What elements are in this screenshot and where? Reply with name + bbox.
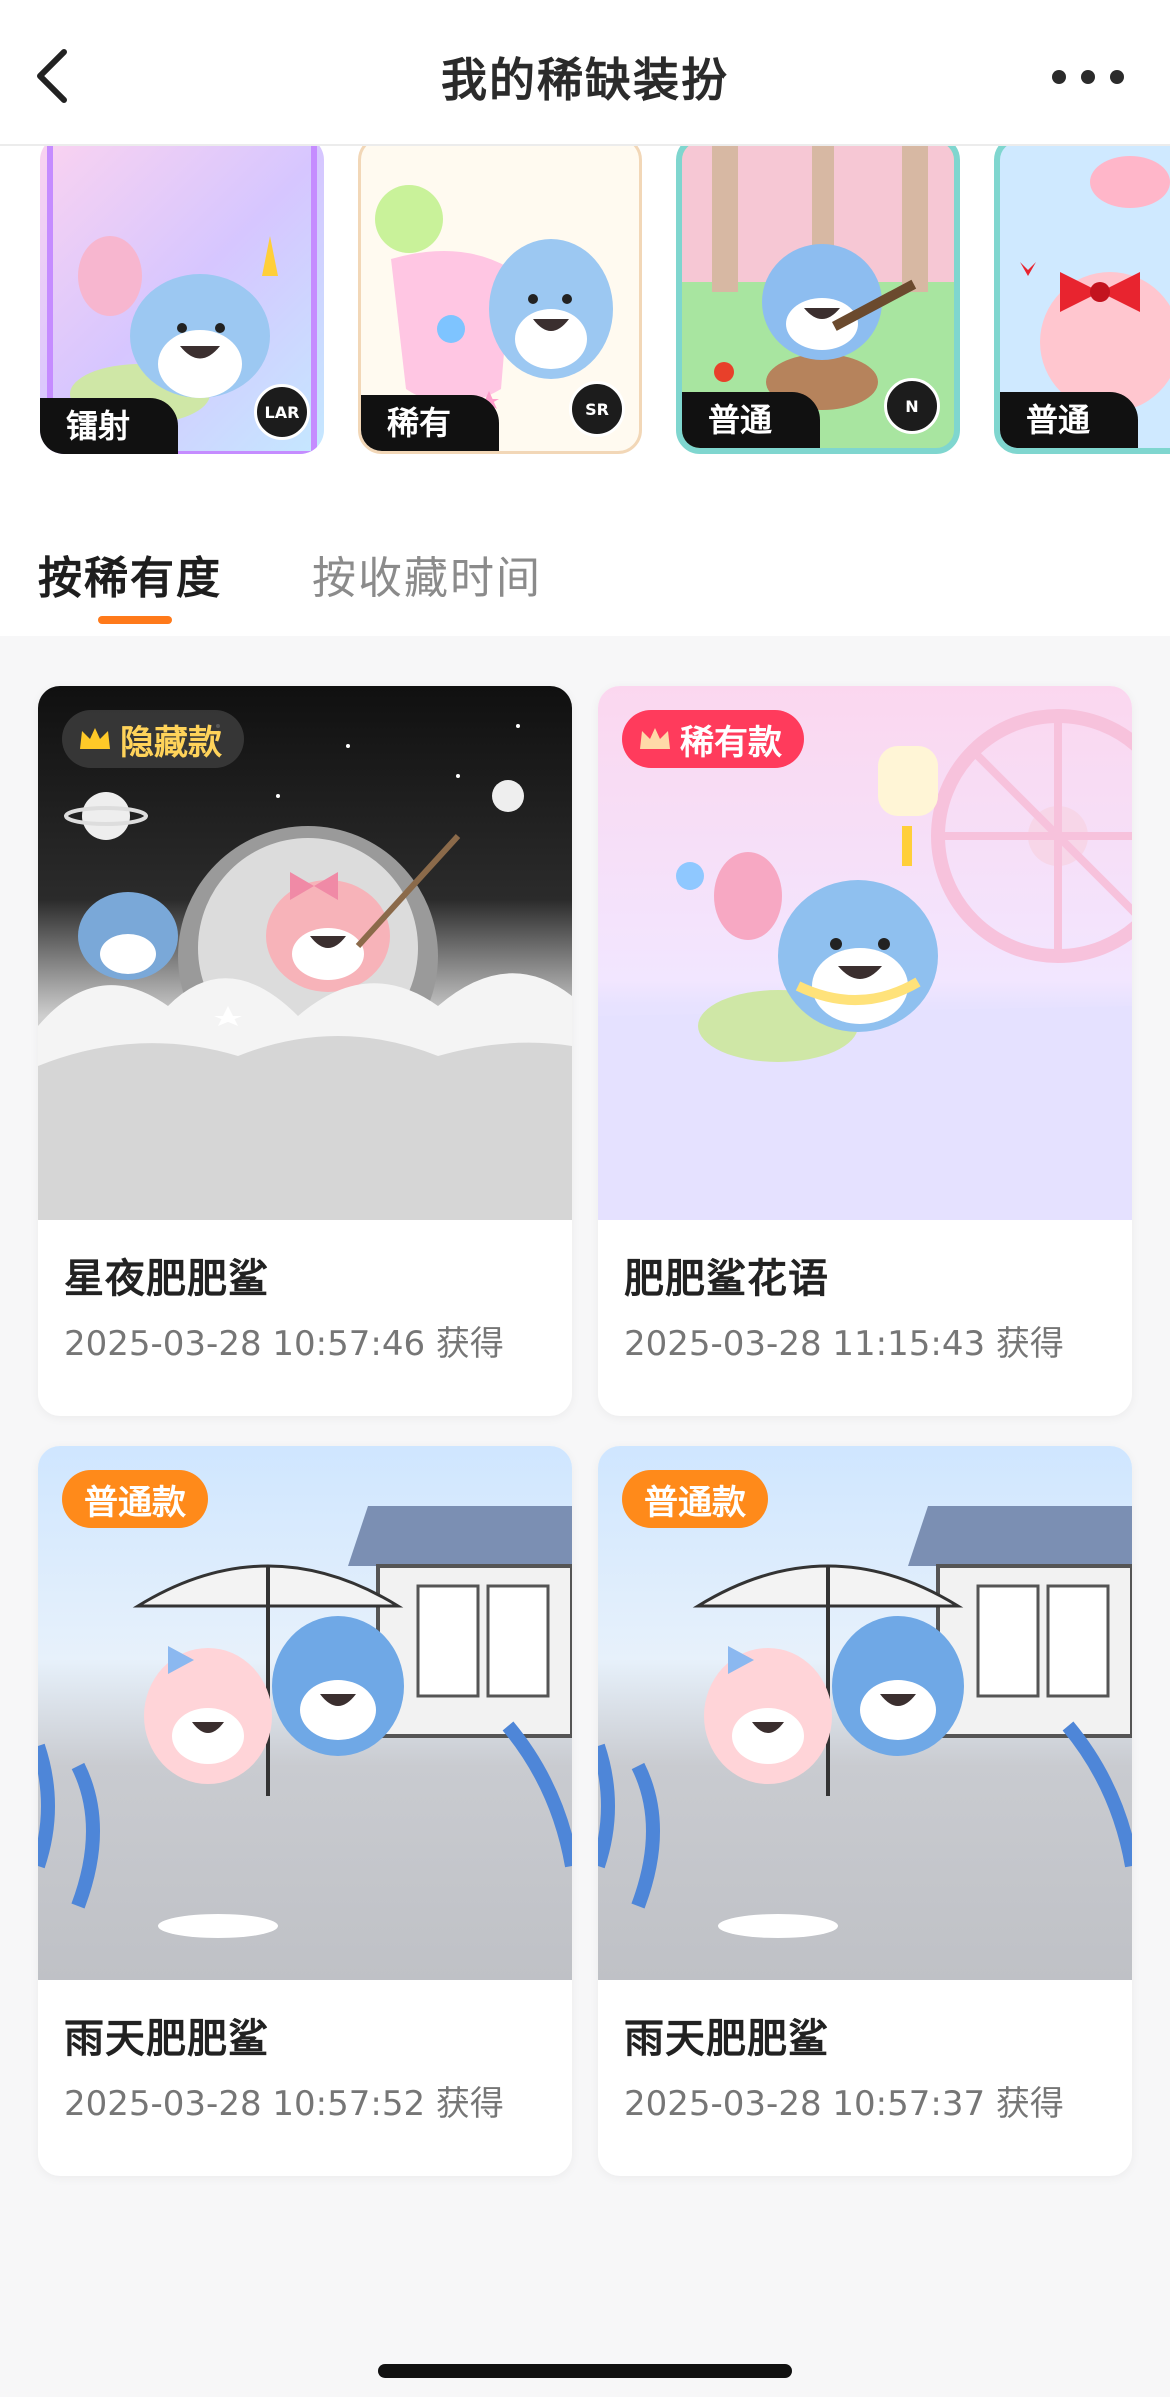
tab-by-rarity[interactable]: 按稀有度 bbox=[38, 542, 222, 606]
obtained-time: 2025-03-28 10:57:37 获得 bbox=[624, 2084, 1064, 2124]
rarity-badge: 普通款 bbox=[62, 1470, 208, 1528]
more-button[interactable] bbox=[1052, 58, 1126, 94]
outfit-strip[interactable]: 镭射 LAR 稀有 SR 普通 N 普通 bbox=[0, 146, 1170, 476]
rarity-label: 稀有款 bbox=[680, 722, 782, 763]
strip-card[interactable]: 稀有 SR bbox=[358, 146, 642, 454]
strip-card-tag: 稀有 bbox=[361, 395, 499, 451]
crown-icon bbox=[80, 728, 110, 749]
outfit-name: 雨天肥肥鲨 bbox=[624, 2016, 829, 2062]
rarity-label: 普通款 bbox=[84, 1482, 186, 1523]
rarity-badge: 普通款 bbox=[622, 1470, 768, 1528]
rarity-label: 隐藏款 bbox=[120, 722, 222, 763]
more-icon-dot bbox=[1081, 70, 1095, 84]
outfit-name: 雨天肥肥鲨 bbox=[64, 2016, 269, 2062]
obtained-time: 2025-03-28 10:57:52 获得 bbox=[64, 2084, 504, 2124]
page-title: 我的稀缺装扮 bbox=[441, 53, 729, 107]
nav-header: 我的稀缺装扮 bbox=[0, 0, 1170, 146]
more-icon-dot bbox=[1110, 70, 1124, 84]
strip-card[interactable]: 普通 N bbox=[676, 146, 960, 454]
outfit-card[interactable]: 普通款 雨天肥肥鲨 2025-03-28 10:57:52 获得 bbox=[38, 1446, 572, 2176]
strip-card-badge: LAR bbox=[254, 384, 310, 440]
sort-tabs: 按稀有度 按收藏时间 bbox=[0, 476, 1170, 636]
crown-icon bbox=[640, 728, 670, 749]
rarity-label: 普通款 bbox=[644, 1482, 746, 1523]
strip-card-badge: SR bbox=[569, 381, 625, 437]
outfit-card[interactable]: 普通款 雨天肥肥鲨 2025-03-28 10:57:37 获得 bbox=[598, 1446, 1132, 2176]
obtained-time: 2025-03-28 10:57:46 获得 bbox=[64, 1324, 504, 1364]
strip-card-tag: 普通 bbox=[682, 392, 820, 448]
outfit-name: 肥肥鲨花语 bbox=[624, 1256, 829, 1302]
outfit-card[interactable]: 隐藏款 星夜肥肥鲨 2025-03-28 10:57:46 获得 bbox=[38, 686, 572, 1416]
rarity-badge: 隐藏款 bbox=[62, 710, 244, 768]
more-icon bbox=[1052, 70, 1066, 84]
strip-card-badge: N bbox=[884, 378, 940, 434]
strip-card[interactable]: 镭射 LAR bbox=[40, 146, 324, 454]
strip-card[interactable]: 普通 bbox=[994, 146, 1170, 454]
strip-card-tag: 普通 bbox=[1000, 392, 1138, 448]
tab-by-collect-time[interactable]: 按收藏时间 bbox=[312, 542, 542, 606]
outfit-card[interactable]: 稀有款 肥肥鲨花语 2025-03-28 11:15:43 获得 bbox=[598, 686, 1132, 1416]
home-indicator bbox=[378, 2364, 792, 2378]
outfit-name: 星夜肥肥鲨 bbox=[64, 1256, 269, 1302]
active-tab-indicator bbox=[98, 616, 172, 624]
strip-card-tag: 镭射 bbox=[40, 398, 178, 454]
obtained-time: 2025-03-28 11:15:43 获得 bbox=[624, 1324, 1064, 1364]
rarity-badge: 稀有款 bbox=[622, 710, 804, 768]
